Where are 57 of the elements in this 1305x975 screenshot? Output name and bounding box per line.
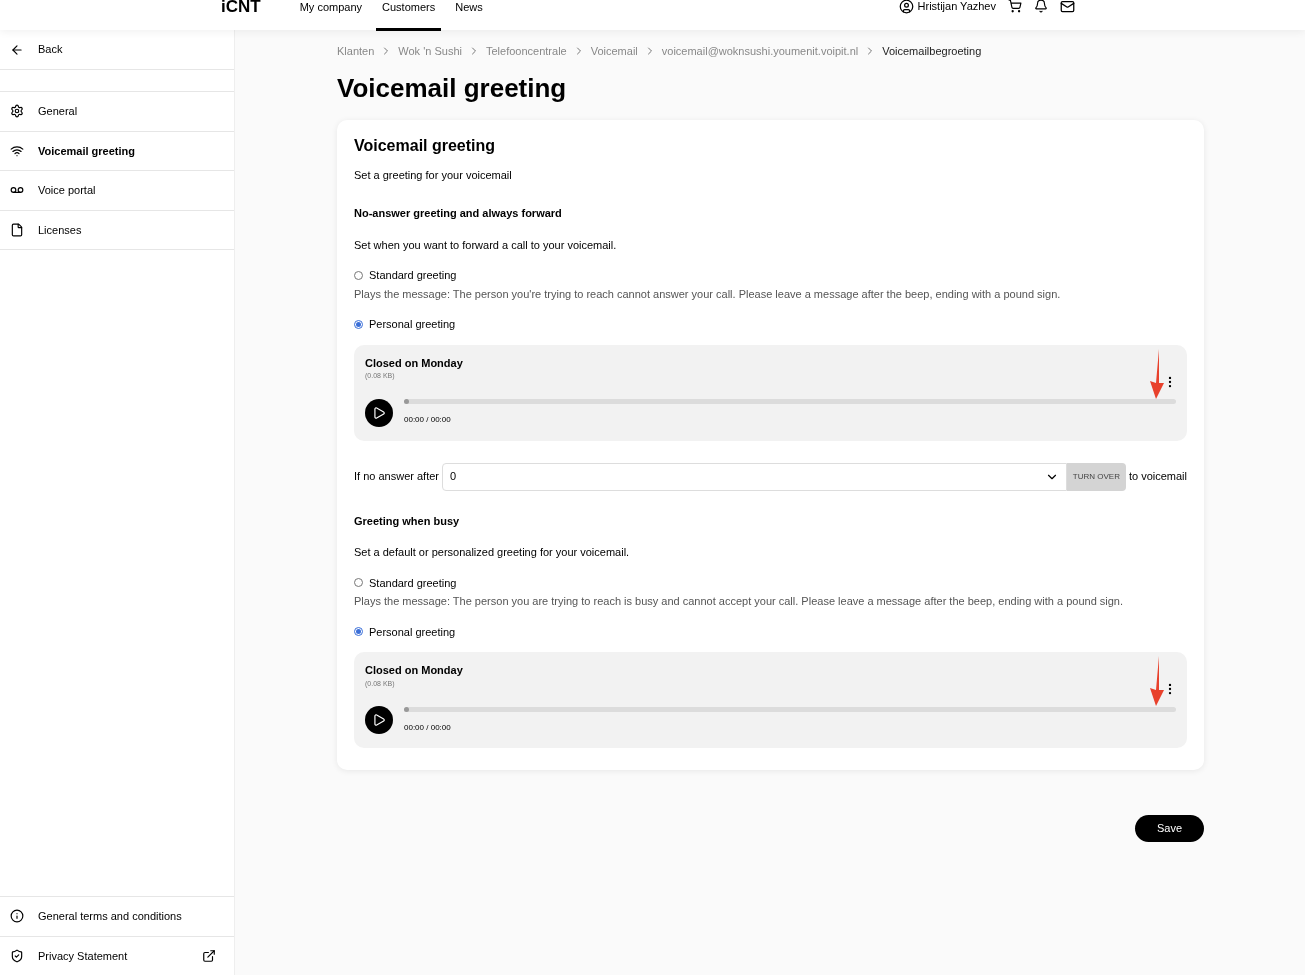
option-note: Plays the message: The person you are trying to reach is busy and cannot accept your call. Please leave a message after the beep, ending with a pound sign. <box>354 594 1125 609</box>
playback-time: 00:00 / 00:00 <box>404 721 452 734</box>
file-icon <box>10 222 24 237</box>
nav-link[interactable]: My company <box>293 0 369 31</box>
sidebar-item[interactable]: Voice portal <box>0 171 234 211</box>
play-icon <box>372 405 386 420</box>
turn-over-button[interactable]: TURN OVER <box>1066 462 1126 491</box>
progress-track[interactable] <box>404 706 1176 712</box>
save-button[interactable]: Save <box>1134 815 1204 842</box>
forward-suffix: to voicemail <box>1128 469 1187 485</box>
radio-label: Standard greeting <box>369 268 457 283</box>
card-title: Voicemail greeting <box>354 135 497 156</box>
section-description: Set a default or personalized greeting for your voicemail. <box>354 545 631 560</box>
shield-check-icon <box>10 948 24 963</box>
section-description: Set when you want to forward a call to your voicemail. <box>354 237 618 253</box>
delay-select[interactable]: 0 <box>442 462 1067 491</box>
nav-link[interactable]: Customers <box>376 0 442 31</box>
mail-icon[interactable] <box>1060 0 1075 14</box>
radio-label: Personal greeting <box>369 624 456 640</box>
settings-icon <box>10 104 24 119</box>
play-button[interactable] <box>365 706 393 734</box>
sidebar-item[interactable]: Voicemail greeting <box>0 131 234 171</box>
cart-icon[interactable] <box>1008 0 1022 14</box>
nav-link[interactable]: News <box>449 0 489 31</box>
page-title: Voicemail greeting <box>337 71 568 104</box>
radio-label: Personal greeting <box>369 317 456 332</box>
breadcrumb-link[interactable]: voicemail@woknsushi.youmenit.voipit.nl <box>661 43 859 60</box>
playback-time: 00:00 / 00:00 <box>404 414 452 426</box>
sidebar-item[interactable]: General <box>0 92 234 132</box>
external-link-icon <box>202 948 216 963</box>
back-link[interactable]: Back <box>0 30 234 70</box>
breadcrumb-link[interactable]: Wok 'n Sushi <box>398 43 462 60</box>
play-button[interactable] <box>365 398 393 427</box>
breadcrumb-link[interactable]: Klanten <box>337 43 375 60</box>
wifi-icon <box>10 143 24 158</box>
breadcrumb-link[interactable]: Voicemailbegroeting <box>882 43 982 60</box>
footer-link[interactable]: General terms and conditions <box>0 896 234 936</box>
recording-name: Closed on Monday <box>365 355 464 371</box>
sidebar-item[interactable]: Licenses <box>0 210 234 250</box>
user-name[interactable]: Hristijan Yazhev <box>917 0 996 15</box>
user-icon <box>898 0 914 14</box>
forward-label: If no answer after <box>354 469 439 485</box>
section-heading: Greeting when busy <box>354 513 461 529</box>
progress-track[interactable] <box>404 399 1176 404</box>
card-subtitle: Set a greeting for your voicemail <box>354 167 513 183</box>
info-icon <box>10 909 24 924</box>
arrow-left-icon <box>10 42 24 57</box>
breadcrumb-link[interactable]: Telefooncentrale <box>485 43 567 60</box>
option-note: Plays the message: The person you're trying to reach cannot answer your call. Please leave a message after the beep, ending with a pound sign. <box>354 286 1062 302</box>
section-heading: No-answer greeting and always forward <box>354 206 563 221</box>
footer-link[interactable]: Privacy Statement <box>0 935 234 975</box>
radio-label: Standard greeting <box>369 575 457 591</box>
breadcrumb-link[interactable]: Voicemail <box>590 43 638 60</box>
play-icon <box>372 713 386 727</box>
logo: iCNT <box>221 0 261 17</box>
bell-icon[interactable] <box>1034 0 1048 14</box>
recording-name: Closed on Monday <box>365 663 464 678</box>
